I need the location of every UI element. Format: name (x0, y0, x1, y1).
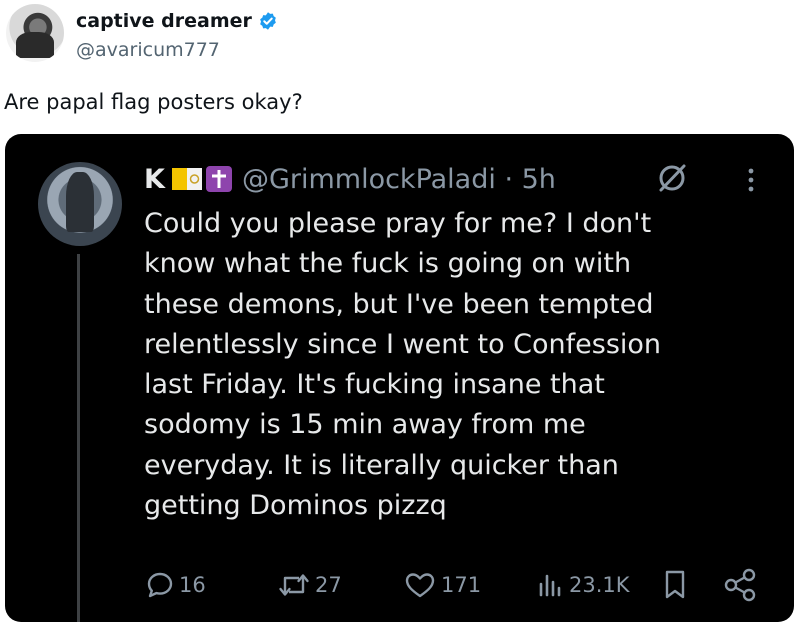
name-row: captive dreamer (76, 10, 278, 32)
quoted-tweet-card[interactable]: K @GrimmlockPaladi · 5h Could you please… (5, 134, 794, 622)
handle-and-timestamp[interactable]: @GrimmlockPaladi · 5h (242, 164, 556, 195)
cross-icon (205, 166, 232, 192)
repost-count: 27 (315, 573, 342, 597)
repost-icon (279, 574, 309, 596)
thread-line (77, 254, 80, 622)
tweet-text: Are papal flag posters okay? (4, 90, 303, 114)
avatar[interactable] (38, 162, 122, 246)
views-icon (539, 574, 561, 597)
papal-flag-icon (171, 168, 202, 190)
views-count: 23.1K (569, 573, 630, 597)
reply-icon (147, 572, 173, 598)
bookmark-icon[interactable] (660, 567, 690, 603)
reply-button[interactable]: 16 (145, 567, 206, 603)
verified-badge-icon (260, 12, 276, 30)
outer-tweet-header: captive dreamer @avaricum777 (0, 0, 800, 80)
more-icon[interactable] (738, 165, 764, 195)
like-button[interactable]: 171 (403, 567, 481, 603)
like-icon (405, 573, 435, 598)
share-icon[interactable] (723, 567, 757, 603)
views-button[interactable]: 23.1K (535, 567, 630, 603)
quoted-tweet-header: K @GrimmlockPaladi · 5h (144, 161, 556, 197)
quoted-tweet-text: Could you please pray for me? I don't kn… (144, 208, 662, 522)
reply-count: 16 (179, 573, 206, 597)
repost-button[interactable]: 27 (277, 567, 342, 603)
handle[interactable]: @avaricum777 (76, 39, 220, 61)
avatar[interactable] (6, 4, 64, 62)
display-name[interactable]: K (144, 164, 165, 195)
grok-icon[interactable] (655, 161, 689, 195)
display-name[interactable]: captive dreamer (76, 10, 252, 32)
like-count: 171 (441, 573, 482, 597)
